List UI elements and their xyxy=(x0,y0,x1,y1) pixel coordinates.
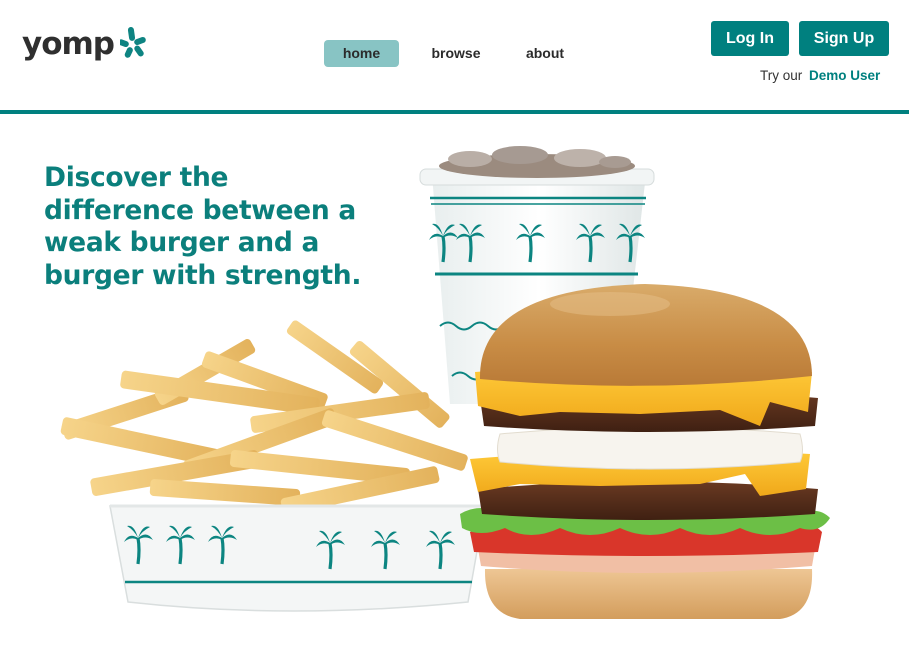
hero-headline: Discover the difference between a weak b… xyxy=(44,162,362,291)
fry-tray xyxy=(109,504,486,612)
demo-prefix: Try our xyxy=(760,68,803,83)
demo-user-row: Try our Demo User xyxy=(760,68,880,83)
nav-browse[interactable]: browse xyxy=(416,40,496,67)
hero-section: Discover the difference between a weak b… xyxy=(0,114,909,666)
burst-icon xyxy=(120,26,146,58)
logo-wordmark: yomp xyxy=(22,25,115,62)
main-nav: home browse about xyxy=(324,40,581,67)
login-button[interactable]: Log In xyxy=(711,21,789,56)
logo[interactable]: yomp xyxy=(22,26,150,62)
signup-button[interactable]: Sign Up xyxy=(799,21,889,56)
nav-home[interactable]: home xyxy=(324,40,399,67)
fries xyxy=(60,320,468,515)
nav-about[interactable]: about xyxy=(509,40,581,67)
site-header: yomp home browse about Log In Sign Up Tr… xyxy=(0,0,909,110)
demo-user-link[interactable]: Demo User xyxy=(809,68,880,83)
burger xyxy=(460,284,830,619)
